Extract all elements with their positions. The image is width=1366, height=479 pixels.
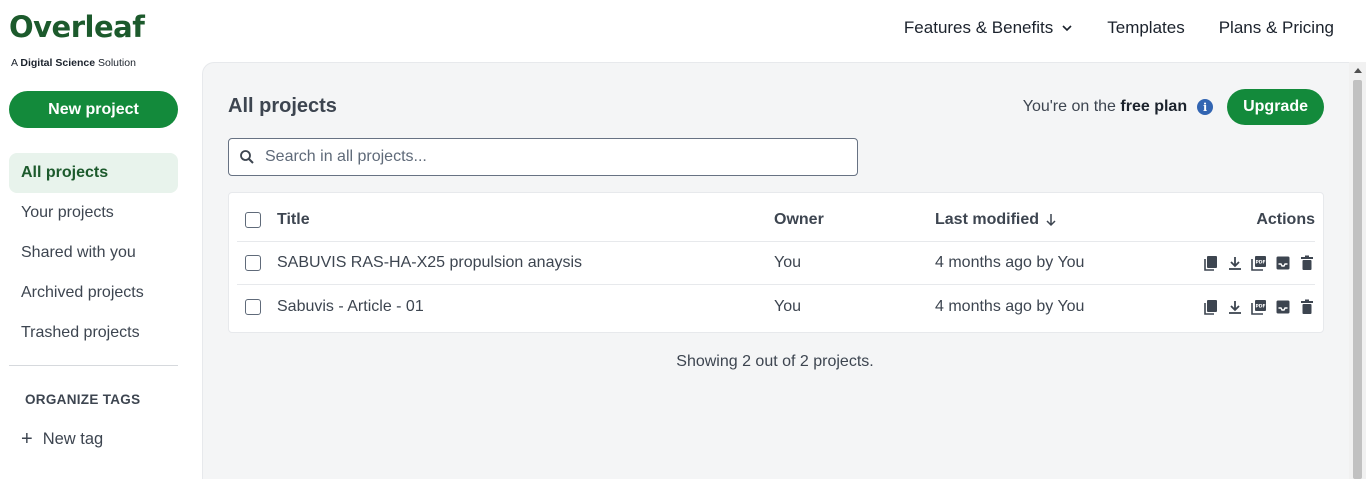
project-title[interactable]: SABUVIS RAS-HA-X25 propulsion anaysis [277, 254, 774, 272]
row-actions: PDF [1135, 299, 1315, 315]
project-modified: 4 months ago by You [935, 254, 1085, 271]
table-header: Title Owner Last modified Actions [237, 199, 1315, 242]
projects-table: Title Owner Last modified Actions SABUVI… [228, 192, 1324, 333]
sidebar-divider [9, 365, 178, 366]
copy-icon[interactable] [1203, 255, 1219, 271]
sidebar-item-your-projects[interactable]: Your projects [9, 193, 178, 233]
sidebar-item-shared[interactable]: Shared with you [9, 233, 178, 273]
new-project-button[interactable]: New project [9, 91, 178, 128]
showing-count: Showing 2 out of 2 projects. [676, 353, 874, 370]
tagline-suffix: Solution [97, 57, 136, 69]
row-checkbox[interactable] [245, 298, 261, 315]
plan-name: free plan [1120, 98, 1188, 115]
archive-icon[interactable] [1275, 255, 1291, 271]
tags-heading: ORGANIZE TAGS [25, 392, 141, 407]
tagline-bold: Digital Science [20, 57, 96, 69]
select-all-checkbox[interactable] [245, 212, 261, 228]
nav-features-label: Features & Benefits [903, 18, 1054, 37]
pdf-download-icon[interactable]: PDF [1251, 299, 1267, 315]
search-box [228, 138, 858, 176]
logo-tagline: A Digital Science Solution [11, 57, 136, 69]
arrow-down-icon [1046, 214, 1056, 227]
trash-icon[interactable] [1299, 299, 1315, 315]
column-title[interactable]: Title [277, 211, 774, 229]
nav-features[interactable]: Features & Benefits [904, 18, 1073, 38]
new-tag-label: New tag [42, 429, 104, 448]
table-row[interactable]: SABUVIS RAS-HA-X25 propulsion anaysis Yo… [237, 242, 1315, 285]
page-title: All projects [228, 95, 337, 117]
plan-info: You're on the free plan i Upgrade [1023, 89, 1324, 125]
main-panel: All projects You're on the free plan i U… [202, 62, 1366, 479]
sidebar-item-all-projects[interactable]: All projects [9, 153, 178, 193]
search-input[interactable] [265, 148, 845, 166]
svg-text:PDF: PDF [1255, 303, 1265, 309]
scrollbar-thumb[interactable] [1353, 80, 1362, 479]
column-actions: Actions [1256, 211, 1315, 228]
search-icon [240, 150, 254, 164]
sidebar-item-trashed[interactable]: Trashed projects [9, 313, 178, 353]
table-row[interactable]: Sabuvis - Article - 01 You 4 months ago … [237, 285, 1315, 328]
svg-text:PDF: PDF [1255, 260, 1265, 266]
top-nav: Features & Benefits Templates Plans & Pr… [904, 0, 1334, 56]
logo-wordmark: Overleaf [9, 10, 145, 44]
project-title[interactable]: Sabuvis - Article - 01 [277, 298, 774, 316]
column-last-modified[interactable]: Last modified [935, 211, 1135, 229]
plan-prefix: You're on the [1022, 98, 1116, 115]
row-actions: PDF [1135, 255, 1315, 271]
column-owner[interactable]: Owner [774, 211, 935, 229]
info-icon[interactable]: i [1197, 99, 1214, 115]
download-icon[interactable] [1227, 255, 1243, 271]
plus-icon: + [21, 428, 33, 450]
overleaf-logo[interactable]: Overleaf A Digital Science Solution [9, 10, 149, 72]
pdf-download-icon[interactable]: PDF [1251, 255, 1267, 271]
nav-templates[interactable]: Templates [1107, 18, 1184, 38]
sidebar-item-archived[interactable]: Archived projects [9, 273, 178, 313]
sidebar-nav: All projects Your projects Shared with y… [9, 153, 178, 353]
project-owner: You [774, 297, 801, 315]
new-tag-button[interactable]: + New tag [21, 429, 103, 449]
column-last-modified-label: Last modified [935, 211, 1040, 228]
trash-icon[interactable] [1299, 255, 1315, 271]
upgrade-button[interactable]: Upgrade [1227, 89, 1324, 125]
row-checkbox[interactable] [245, 255, 261, 271]
scroll-up-arrow-icon[interactable] [1354, 68, 1362, 73]
nav-pricing[interactable]: Plans & Pricing [1219, 18, 1334, 38]
download-icon[interactable] [1227, 299, 1243, 315]
project-modified: 4 months ago by You [935, 297, 1085, 315]
plan-text: You're on the free plan [1023, 98, 1187, 116]
copy-icon[interactable] [1203, 299, 1219, 315]
project-owner: You [774, 254, 801, 271]
tagline-prefix: A [11, 57, 18, 69]
archive-icon[interactable] [1275, 299, 1291, 315]
chevron-down-icon [1062, 25, 1072, 32]
